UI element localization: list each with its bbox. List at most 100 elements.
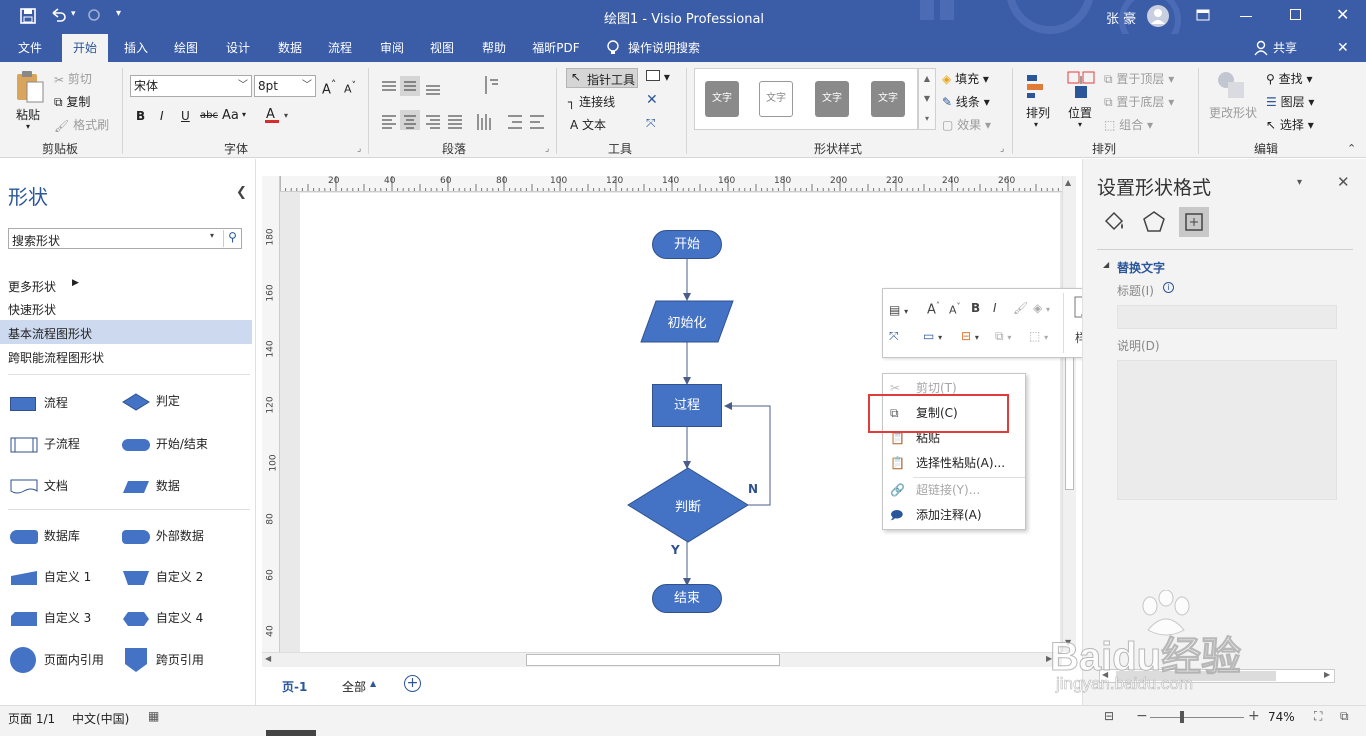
language-indicator[interactable]: 中文(中国) xyxy=(72,710,129,727)
shape-data[interactable]: 数据 xyxy=(122,477,180,495)
case-dropdown-icon[interactable]: ▾ xyxy=(242,110,246,119)
presentation-mode-icon[interactable]: ⊟ xyxy=(1104,709,1114,723)
tab-help[interactable]: 帮助 xyxy=(474,34,514,62)
h-scrollbar-thumb[interactable] xyxy=(526,654,780,666)
flowchart-start-shape[interactable]: 开始 xyxy=(652,230,722,259)
shape-off-page-reference[interactable]: 跨页引用 xyxy=(122,647,204,673)
format-painter-icon[interactable]: 🖌 xyxy=(1013,301,1028,315)
line-button[interactable]: ✎ 线条 ▾ xyxy=(942,93,990,110)
alt-text-description-input[interactable] xyxy=(1117,360,1337,500)
zoom-out-icon[interactable]: − xyxy=(1136,708,1148,724)
undo-icon[interactable] xyxy=(50,7,68,26)
shape-custom-1[interactable]: 自定义 1 xyxy=(10,568,91,586)
tab-insert[interactable]: 插入 xyxy=(116,34,156,62)
text-tool-button[interactable]: A 文本 xyxy=(570,116,606,133)
bring-to-front-button[interactable]: ⧉ 置于顶层 ▾ xyxy=(1104,70,1174,87)
rectangle-shape-icon[interactable]: ▾ xyxy=(646,70,670,84)
shape-start-end[interactable]: 开始/结束 xyxy=(122,435,208,452)
undo-dropdown-icon[interactable]: ▾ xyxy=(71,9,76,19)
stencil-basic-flowchart[interactable]: 基本流程图形状 xyxy=(0,320,252,344)
cut-button[interactable]: ✂ 剪切 xyxy=(54,70,92,87)
switch-windows-icon[interactable]: ⧉ xyxy=(1340,709,1349,724)
group-button[interactable]: ⬚ 组合 ▾ xyxy=(1104,116,1153,133)
shape-database[interactable]: 数据库 xyxy=(10,527,80,544)
share-button[interactable]: 共享 xyxy=(1270,34,1300,62)
format-painter-button[interactable]: 🖌 格式刷 xyxy=(54,116,109,133)
scroll-up-icon[interactable]: ▲ xyxy=(1065,178,1071,187)
font-color-icon[interactable]: A ▾ xyxy=(264,106,292,127)
arrange-icon[interactable] xyxy=(1024,72,1052,103)
font-name-combo[interactable]: 宋体 ﹀ xyxy=(130,75,252,97)
restore-icon[interactable] xyxy=(1290,9,1301,20)
stencil-cross-functional[interactable]: 跨职能流程图形状 xyxy=(8,349,104,366)
stencil-quick-shapes[interactable]: 快速形状 xyxy=(8,301,56,318)
alt-text-title-input[interactable] xyxy=(1117,305,1337,329)
zoom-slider-track[interactable] xyxy=(1150,717,1244,718)
tab-foxit-pdf[interactable]: 福昕PDF xyxy=(526,34,586,62)
shape-external-data[interactable]: 外部数据 xyxy=(122,527,204,544)
tab-review[interactable]: 审阅 xyxy=(372,34,412,62)
redo-icon[interactable] xyxy=(86,7,102,26)
fill-button[interactable]: ◈ 填充 ▾ xyxy=(942,70,989,87)
info-icon[interactable]: i xyxy=(1163,282,1174,293)
zoom-slider-thumb[interactable] xyxy=(1180,711,1184,723)
macro-record-icon[interactable]: ▦ xyxy=(148,709,159,723)
delete-connector-icon[interactable]: ✕ xyxy=(646,92,658,108)
underline-button[interactable]: U xyxy=(181,109,190,123)
shape-custom-2[interactable]: 自定义 2 xyxy=(122,568,203,586)
connection-point-icon[interactable]: ⤧ xyxy=(889,329,899,344)
position-icon[interactable] xyxy=(1066,70,1096,103)
close-pane-icon[interactable]: ✕ xyxy=(1337,173,1350,191)
gallery-scroll[interactable]: ▲ ▼ ▾ xyxy=(918,68,936,130)
close-ribbon-icon[interactable]: ✕ xyxy=(1337,40,1349,56)
paste-icon[interactable] xyxy=(14,70,46,107)
dialog-launcher-icon[interactable]: ⌟ xyxy=(357,144,361,154)
collapse-ribbon-icon[interactable]: ⌃ xyxy=(1347,142,1356,155)
close-window-icon[interactable]: ✕ xyxy=(1336,5,1349,24)
arrange-dropdown-icon[interactable]: ▾ xyxy=(1034,120,1038,129)
add-page-icon[interactable]: + xyxy=(404,675,421,692)
ribbon-display-icon[interactable] xyxy=(1196,9,1210,24)
copy-button[interactable]: ⧉ 复制 xyxy=(54,93,90,110)
text-block-icon[interactable]: ▤ ▾ xyxy=(889,303,908,317)
page-indicator[interactable]: 页面 1/1 xyxy=(8,710,55,727)
avatar[interactable] xyxy=(1146,4,1170,31)
shape-decision[interactable]: 判定 xyxy=(122,392,180,411)
flowchart-end-shape[interactable]: 结束 xyxy=(652,584,722,613)
fill-line-tab-icon[interactable] xyxy=(1101,209,1127,238)
mini-bold-button[interactable]: B xyxy=(971,301,980,315)
style-sample[interactable]: 文字 xyxy=(759,81,793,117)
style-sample[interactable]: 文字 xyxy=(871,81,905,117)
position-icon[interactable]: ⧉ ▾ xyxy=(995,329,1011,344)
mini-italic-button[interactable]: I xyxy=(993,301,997,315)
group-icon[interactable]: ⬚ ▾ xyxy=(1029,329,1048,343)
search-dropdown-icon[interactable]: ▾ xyxy=(210,231,214,240)
tab-design[interactable]: 设计 xyxy=(218,34,258,62)
scrollbar-thumb[interactable] xyxy=(1065,356,1074,490)
align-icon[interactable]: ▭ ▾ xyxy=(923,329,942,343)
layers-button[interactable]: ☰ 图层 ▾ xyxy=(1266,93,1314,110)
search-shapes-input[interactable]: 搜索形状 ▾ ⚲ xyxy=(8,228,242,249)
menu-item-paste-special[interactable]: 📋 选择性粘贴(A)... xyxy=(883,451,1025,476)
position-dropdown-icon[interactable]: ▾ xyxy=(1078,120,1082,129)
change-shape-icon[interactable] xyxy=(1216,70,1246,103)
tab-draw[interactable]: 绘图 xyxy=(166,34,206,62)
effects-button[interactable]: ▢ 效果 ▾ xyxy=(942,116,991,133)
scroll-left-icon[interactable]: ◀ xyxy=(265,654,271,663)
dialog-launcher-icon[interactable]: ⌟ xyxy=(1000,144,1004,154)
arrange-icon[interactable]: ⊟ ▾ xyxy=(961,329,979,343)
tab-view[interactable]: 视图 xyxy=(422,34,462,62)
page-tab-1[interactable]: 页-1 xyxy=(282,678,307,695)
style-sample[interactable]: 文字 xyxy=(705,81,739,117)
tell-me-search[interactable]: 操作说明搜索 xyxy=(628,34,712,62)
pointer-tool-button[interactable]: ↖ 指针工具 xyxy=(566,68,638,88)
connection-point-icon[interactable]: ⤧ xyxy=(646,116,656,131)
save-icon[interactable] xyxy=(20,8,36,27)
grow-font-icon[interactable]: A˄ xyxy=(322,78,336,97)
shape-style-gallery[interactable]: 文字 文字 文字 文字 xyxy=(694,68,918,130)
menu-item-add-comment[interactable]: 🗩 添加注释(A) xyxy=(883,503,1025,528)
zoom-in-icon[interactable]: + xyxy=(1248,708,1260,724)
customize-toolbar-icon[interactable]: ▾ xyxy=(116,8,121,19)
alt-text-section-header[interactable]: 替换文字 xyxy=(1117,259,1165,276)
select-button[interactable]: ↖ 选择 ▾ xyxy=(1266,116,1314,133)
